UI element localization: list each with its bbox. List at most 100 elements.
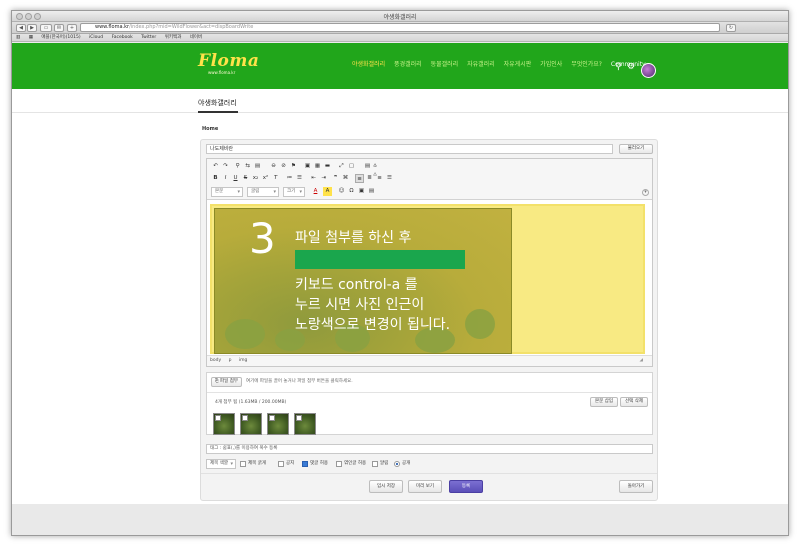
breadcrumb[interactable]: Home bbox=[202, 126, 218, 132]
source-icon[interactable]: ▤ bbox=[363, 162, 372, 171]
back-button[interactable]: ◀ bbox=[16, 24, 26, 32]
editor-content-area[interactable]: 3 파일 첨부를 하신 후 키보드 control-a 를 누르 시면 사진 인… bbox=[210, 204, 648, 354]
image-icon[interactable]: ▣ bbox=[303, 162, 312, 171]
nav-item-greetings[interactable]: 가입인사 bbox=[540, 61, 562, 68]
chevron-down-icon[interactable]: ▾ bbox=[642, 189, 649, 196]
green-highlight-bar bbox=[295, 250, 465, 269]
align-center-icon[interactable]: ≣ bbox=[365, 174, 374, 183]
nav-item-landscape[interactable]: 풍경갤러리 bbox=[394, 61, 422, 68]
insert-into-body-button[interactable]: 본문 삽입 bbox=[590, 397, 618, 407]
anchor-icon[interactable]: ⚑ bbox=[289, 162, 298, 171]
bookmark-item[interactable]: 위키백과 bbox=[165, 35, 182, 40]
allow-comment-checkbox[interactable] bbox=[302, 461, 308, 467]
fullscreen-icon[interactable]: ⤢ bbox=[337, 162, 346, 171]
attach-divider bbox=[207, 392, 652, 393]
add-bookmark-button[interactable]: + bbox=[67, 24, 77, 32]
nav-item-free-gallery[interactable]: 자유갤러리 bbox=[467, 61, 495, 68]
bookmark-item[interactable]: 애플(한국어)(1015) bbox=[41, 35, 80, 40]
outdent-icon[interactable]: ⇤ bbox=[309, 174, 318, 183]
align-right-icon[interactable]: ≡ bbox=[375, 174, 384, 183]
underline-icon[interactable]: U bbox=[231, 174, 240, 183]
address-bar[interactable]: www.floma.kr/index.php?mid=WildFlower&ac… bbox=[80, 23, 720, 32]
preview-button[interactable]: 미리 보기 bbox=[408, 480, 442, 493]
font-select[interactable]: 굴림 bbox=[247, 187, 279, 197]
emoji-icon[interactable]: ☺ bbox=[337, 187, 346, 196]
find-icon[interactable]: ⚲ bbox=[233, 162, 242, 171]
element-path-item[interactable]: p bbox=[229, 358, 232, 363]
media-icon[interactable]: ▣ bbox=[357, 187, 366, 196]
nav-item-free-board[interactable]: 자유게시판 bbox=[504, 61, 532, 68]
attachment-thumbnail[interactable] bbox=[267, 413, 289, 435]
resize-handle-icon[interactable]: ◢ bbox=[640, 356, 643, 366]
attach-hint: 여기에 파일을 끌어 놓거나 파일 첨부 버튼을 클릭하세요. bbox=[246, 379, 353, 384]
clear-format-icon[interactable]: T bbox=[271, 174, 280, 183]
preview-icon[interactable]: ▢ bbox=[347, 162, 356, 171]
format-paint-icon[interactable]: ▤ bbox=[253, 162, 262, 171]
reader-icon[interactable]: ▭ bbox=[40, 24, 52, 32]
bold-icon[interactable]: B bbox=[211, 174, 220, 183]
hr-icon[interactable]: ▬ bbox=[323, 162, 332, 171]
flower-photo[interactable]: 3 파일 첨부를 하신 후 키보드 control-a 를 누르 시면 사진 인… bbox=[214, 208, 512, 354]
align-left-icon[interactable]: ≡ bbox=[355, 174, 364, 183]
bg-color-icon[interactable]: A bbox=[323, 187, 332, 196]
attachment-thumbnail[interactable] bbox=[294, 413, 316, 435]
size-select[interactable]: 크기 bbox=[283, 187, 305, 197]
attachment-thumbnail[interactable] bbox=[213, 413, 235, 435]
italic-icon[interactable]: I bbox=[221, 174, 230, 183]
unlink-icon[interactable]: ⊘ bbox=[279, 162, 288, 171]
nav-item-wildflower[interactable]: 야생화갤러리 bbox=[352, 61, 385, 68]
element-path-item[interactable]: img bbox=[239, 358, 248, 363]
share-icon[interactable]: ✉ bbox=[54, 24, 64, 32]
notify-checkbox[interactable] bbox=[372, 461, 378, 467]
search-icon[interactable]: ⚲ bbox=[615, 63, 622, 72]
indent-icon[interactable]: ⇥ bbox=[319, 174, 328, 183]
blockquote-icon[interactable]: ❞ bbox=[331, 174, 340, 183]
back-to-list-button[interactable]: 돌아가기 bbox=[619, 480, 653, 493]
load-button[interactable]: 불러오기 bbox=[619, 144, 653, 154]
paragraph-select[interactable]: 본문 bbox=[211, 187, 243, 197]
submit-button[interactable]: 등록 bbox=[449, 480, 483, 493]
forward-button[interactable]: ▶ bbox=[27, 24, 37, 32]
bookmark-item[interactable]: 네이버 bbox=[190, 35, 202, 40]
replace-icon[interactable]: ⇆ bbox=[243, 162, 252, 171]
apps-icon[interactable]: ▦ bbox=[29, 35, 33, 40]
site-logo[interactable]: Floma www.floma.kr bbox=[198, 51, 259, 77]
subject-input[interactable]: 나도제비란 bbox=[206, 144, 613, 154]
window-titlebar: 야생화갤러리 bbox=[12, 11, 788, 22]
superscript-icon[interactable]: x² bbox=[261, 174, 270, 183]
undo-icon[interactable]: ↶ bbox=[211, 162, 220, 171]
public-radio[interactable] bbox=[394, 461, 400, 467]
nav-item-animal[interactable]: 동물갤러리 bbox=[431, 61, 459, 68]
title-bold-checkbox[interactable] bbox=[240, 461, 246, 467]
file-attach-button[interactable]: ⎘ 파일 첨부 bbox=[211, 377, 242, 387]
code-icon[interactable]: ⌘ bbox=[341, 174, 350, 183]
template-icon[interactable]: ▤ bbox=[367, 187, 376, 196]
strike-icon[interactable]: S bbox=[241, 174, 250, 183]
subscript-icon[interactable]: x₂ bbox=[251, 174, 260, 183]
bookmark-item[interactable]: Twitter bbox=[141, 35, 156, 40]
avatar[interactable] bbox=[641, 63, 656, 78]
redo-icon[interactable]: ↷ bbox=[221, 162, 230, 171]
tag-input[interactable]: 태그 : 쉼표(,)를 이용하여 복수 등록 bbox=[206, 444, 653, 454]
ordered-list-icon[interactable]: ≔ bbox=[285, 174, 294, 183]
attachment-thumbnail[interactable] bbox=[240, 413, 262, 435]
title-color-select[interactable]: 제목 색깔 bbox=[206, 459, 236, 469]
element-path-item[interactable]: body bbox=[210, 358, 221, 363]
nav-item-what-is-it[interactable]: 무엇인가요? bbox=[571, 61, 602, 68]
align-justify-icon[interactable]: ☰ bbox=[385, 174, 394, 183]
bookmark-item[interactable]: Facebook bbox=[112, 35, 133, 40]
temp-save-button[interactable]: 임시 저장 bbox=[369, 480, 403, 493]
link-icon[interactable]: ⊖ bbox=[269, 162, 278, 171]
notice-checkbox[interactable] bbox=[278, 461, 284, 467]
gear-icon[interactable]: ⚙ bbox=[627, 63, 635, 72]
table-icon[interactable]: ▦ bbox=[313, 162, 322, 171]
allow-trackback-checkbox[interactable] bbox=[336, 461, 342, 467]
delete-selected-button[interactable]: 선택 삭제 bbox=[620, 397, 648, 407]
bookmark-item[interactable]: iCloud bbox=[89, 35, 103, 40]
bullet-list-icon[interactable]: ☰ bbox=[295, 174, 304, 183]
page-footer bbox=[12, 504, 788, 535]
special-char-icon[interactable]: Ω bbox=[347, 187, 356, 196]
reload-icon[interactable]: ↻ bbox=[726, 24, 736, 32]
font-color-icon[interactable]: A bbox=[311, 187, 320, 196]
bookmarks-icon[interactable]: ▥ bbox=[16, 35, 20, 40]
